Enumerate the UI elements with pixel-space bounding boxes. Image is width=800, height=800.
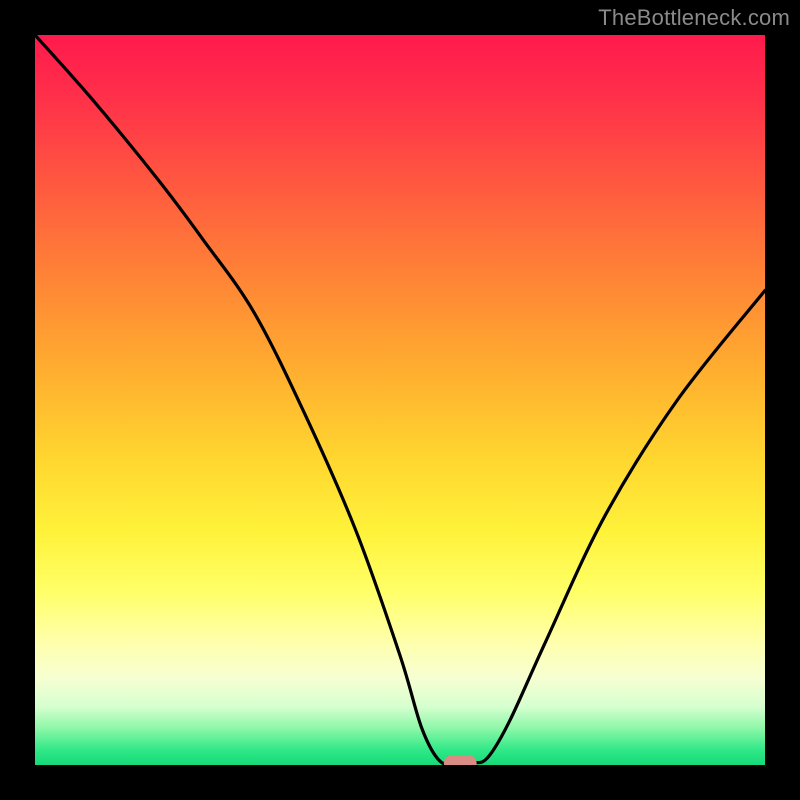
plot-area [35,35,765,765]
chart-frame: TheBottleneck.com [0,0,800,800]
optimal-marker [444,756,477,765]
bottleneck-curve [35,35,765,764]
curve-layer [35,35,765,765]
watermark-text: TheBottleneck.com [598,5,790,31]
